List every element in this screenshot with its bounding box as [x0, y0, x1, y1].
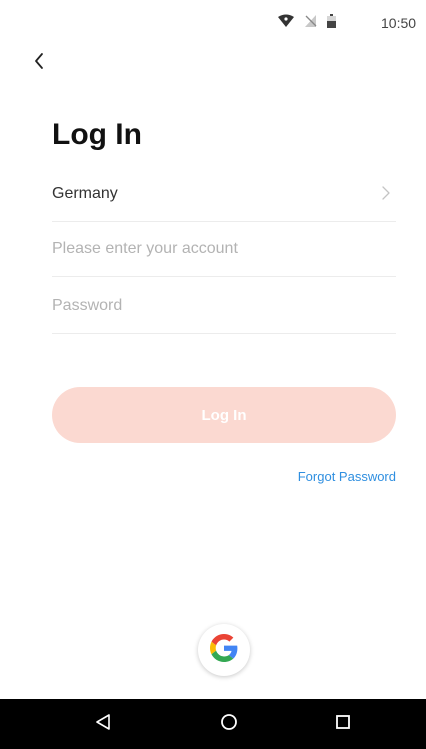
wifi-icon	[278, 14, 294, 33]
status-time: 10:50	[381, 15, 417, 31]
login-screen: 10:50 Log In Germany Log In Forgot Passw…	[0, 0, 426, 749]
status-icons	[278, 14, 336, 33]
country-selector[interactable]: Germany	[52, 166, 396, 222]
page-title: Log In	[52, 118, 142, 151]
status-bar: 10:50	[0, 0, 426, 44]
nav-recents-icon	[335, 714, 351, 735]
google-login-button[interactable]	[198, 624, 250, 676]
account-row	[52, 221, 396, 277]
nav-home-icon	[220, 713, 238, 736]
country-value: Germany	[52, 185, 118, 202]
chevron-left-icon	[33, 52, 45, 75]
nav-back-icon	[95, 713, 111, 735]
password-row	[52, 278, 396, 334]
nav-back-button[interactable]	[91, 712, 115, 736]
google-icon	[210, 633, 238, 667]
navigation-bar	[0, 699, 426, 749]
forgot-password-link[interactable]: Forgot Password	[298, 469, 396, 484]
battery-icon	[327, 14, 336, 33]
no-signal-icon	[304, 14, 317, 33]
nav-home-button[interactable]	[217, 712, 241, 736]
account-input[interactable]	[52, 235, 396, 263]
chevron-right-icon	[382, 186, 390, 205]
nav-recents-button[interactable]	[331, 712, 355, 736]
back-button[interactable]	[24, 48, 54, 78]
login-button[interactable]: Log In	[52, 387, 396, 443]
password-input[interactable]	[52, 292, 396, 320]
